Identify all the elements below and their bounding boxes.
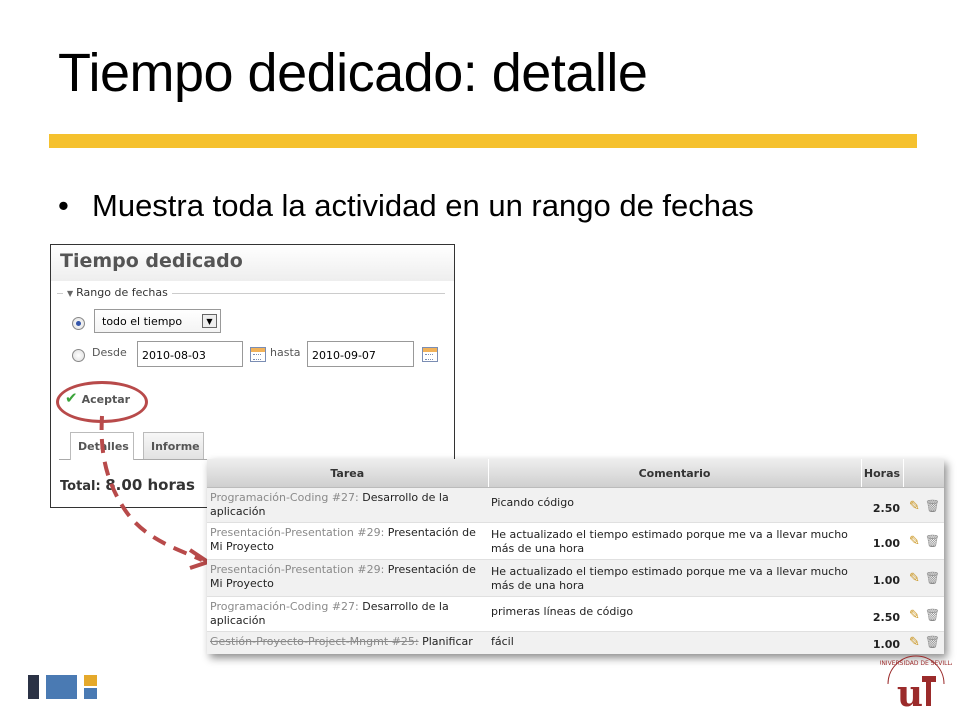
date-range-fieldset bbox=[57, 293, 445, 382]
table-row: Presentación-Presentation #29: Presentac… bbox=[207, 522, 944, 560]
hours-cell: 2.50 bbox=[861, 596, 903, 632]
pencil-icon[interactable]: ✎ bbox=[909, 635, 920, 650]
logo-square-dark bbox=[28, 675, 39, 699]
calendar-icon[interactable] bbox=[422, 347, 438, 362]
column-header-task[interactable]: Tarea bbox=[207, 459, 489, 488]
svg-text:u: u bbox=[897, 673, 923, 712]
table-row: Gestión-Proyecto-Project-Mngmt #25: Plan… bbox=[207, 631, 944, 654]
calendar-icon[interactable] bbox=[250, 347, 266, 362]
project-link[interactable]: Gestión-Proyecto-Project-Mngmt #25: bbox=[210, 635, 419, 648]
table-row: Programación-Coding #27: Desarrollo de l… bbox=[207, 487, 944, 523]
to-date-field[interactable]: 2010-09-07 bbox=[307, 341, 414, 367]
time-entries-table: Tarea Comentario Horas Programación-Codi… bbox=[207, 459, 944, 654]
table-row: Programación-Coding #27: Desarrollo de l… bbox=[207, 596, 944, 632]
panel-title: Tiempo dedicado bbox=[60, 250, 243, 272]
time-entries-table-panel: Tarea Comentario Horas Programación-Codi… bbox=[207, 459, 944, 654]
desde-label: Desde bbox=[92, 346, 127, 359]
date-range-legend[interactable]: ▼ Rango de fechas bbox=[63, 286, 172, 299]
pencil-icon[interactable]: ✎ bbox=[909, 499, 920, 514]
collapse-triangle-icon[interactable]: ▼ bbox=[67, 289, 73, 298]
trash-icon[interactable]: 🗑 bbox=[925, 499, 940, 513]
actions-cell: ✎ 🗑 bbox=[903, 631, 944, 654]
project-link[interactable]: Presentación-Presentation #29: bbox=[210, 563, 384, 576]
comment-cell: He actualizado el tiempo estimado porque… bbox=[488, 522, 861, 560]
comment-cell: Picando código bbox=[488, 487, 861, 523]
actions-cell: ✎ 🗑 bbox=[903, 559, 944, 597]
dropdown-arrow-icon[interactable]: ▼ bbox=[202, 314, 217, 328]
legend-label: Rango de fechas bbox=[76, 286, 168, 299]
dashed-arrow bbox=[99, 415, 213, 570]
from-date-field[interactable]: 2010-08-03 bbox=[137, 341, 243, 367]
hours-cell: 1.00 bbox=[861, 631, 903, 654]
logo-square-blue-small bbox=[84, 688, 97, 699]
bullet-point: • Muestra toda la actividad en un rango d… bbox=[58, 188, 754, 223]
project-link[interactable]: Programación-Coding #27: bbox=[210, 600, 359, 613]
pencil-icon[interactable]: ✎ bbox=[909, 608, 920, 623]
slide-title: Tiempo dedicado: detalle bbox=[58, 43, 648, 103]
actions-cell: ✎ 🗑 bbox=[903, 487, 944, 523]
actions-cell: ✎ 🗑 bbox=[903, 596, 944, 632]
period-select[interactable]: todo el tiempo ▼ bbox=[94, 309, 221, 333]
radio-range[interactable] bbox=[72, 349, 85, 362]
task-cell[interactable]: Programación-Coding #27: Desarrollo de l… bbox=[207, 596, 488, 632]
task-cell[interactable]: Gestión-Proyecto-Project-Mngmt #25: Plan… bbox=[207, 631, 488, 654]
trash-icon[interactable]: 🗑 bbox=[925, 571, 940, 585]
comment-cell: primeras líneas de código bbox=[488, 596, 861, 632]
project-link[interactable]: Programación-Coding #27: bbox=[210, 491, 359, 504]
trash-icon[interactable]: 🗑 bbox=[925, 635, 940, 649]
task-name: Planificar bbox=[422, 635, 473, 648]
task-cell[interactable]: Presentación-Presentation #29: Presentac… bbox=[207, 559, 488, 597]
comment-cell: He actualizado el tiempo estimado porque… bbox=[488, 559, 861, 597]
table-row: Presentación-Presentation #29: Presentac… bbox=[207, 559, 944, 597]
task-cell[interactable]: Programación-Coding #27: Desarrollo de l… bbox=[207, 487, 488, 523]
column-header-comment[interactable]: Comentario bbox=[488, 459, 862, 488]
trash-icon[interactable]: 🗑 bbox=[925, 534, 940, 548]
task-cell[interactable]: Presentación-Presentation #29: Presentac… bbox=[207, 522, 488, 560]
actions-cell: ✎ 🗑 bbox=[903, 522, 944, 560]
title-rule bbox=[49, 134, 917, 148]
comment-cell: fácil bbox=[488, 631, 861, 654]
trash-icon[interactable]: 🗑 bbox=[925, 608, 940, 622]
column-header-hours[interactable]: Horas bbox=[861, 459, 904, 488]
project-link[interactable]: Presentación-Presentation #29: bbox=[210, 526, 384, 539]
column-header-actions bbox=[903, 459, 944, 488]
hours-cell: 1.00 bbox=[861, 559, 903, 597]
pencil-icon[interactable]: ✎ bbox=[909, 534, 920, 549]
hours-cell: 2.50 bbox=[861, 487, 903, 523]
radio-period[interactable] bbox=[72, 317, 85, 330]
hours-cell: 1.00 bbox=[861, 522, 903, 560]
logo-square-blue bbox=[46, 675, 77, 699]
svg-text:UNIVERSIDAD DE SEVILLA: UNIVERSIDAD DE SEVILLA bbox=[880, 660, 952, 667]
period-select-value: todo el tiempo bbox=[102, 315, 183, 328]
hasta-label: hasta bbox=[270, 346, 301, 359]
bullet-text: Muestra toda la actividad en un rango de… bbox=[92, 188, 754, 223]
university-seal-logo: UNIVERSIDAD DE SEVILLA u bbox=[880, 655, 952, 712]
logo-square-yellow bbox=[84, 675, 97, 686]
pencil-icon[interactable]: ✎ bbox=[909, 571, 920, 586]
